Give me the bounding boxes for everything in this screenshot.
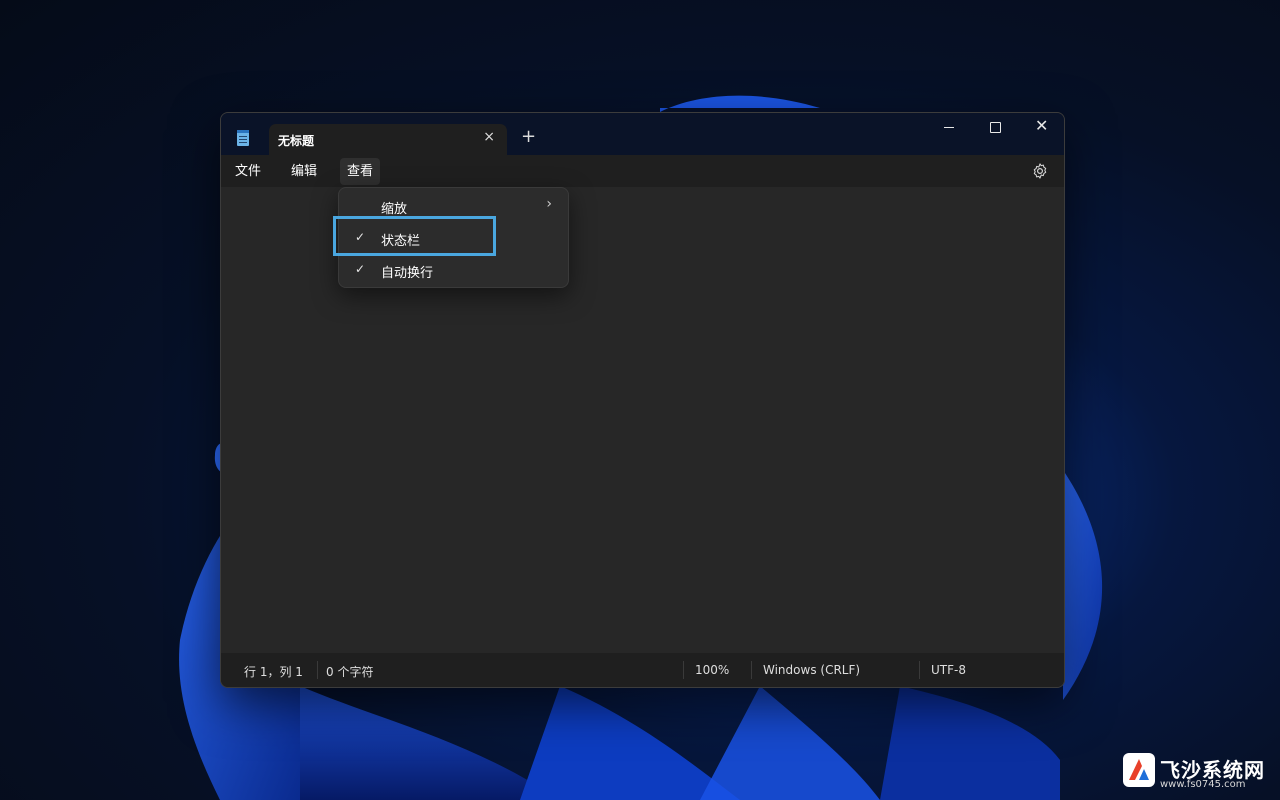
status-divider xyxy=(751,661,752,679)
menu-view[interactable]: 查看 xyxy=(340,158,381,185)
status-divider xyxy=(317,661,318,679)
menu-edit[interactable]: 编辑 xyxy=(284,158,324,185)
status-divider xyxy=(919,661,920,679)
tab-title: 无标题 xyxy=(278,134,315,148)
watermark-url: www.fs0745.com xyxy=(1160,779,1246,790)
status-cursor-position: 行 1，列 1 xyxy=(244,665,303,679)
site-watermark: 飞沙系统网 www.fs0745.com xyxy=(1122,750,1272,794)
menu-item-label: 状态栏 xyxy=(381,234,421,249)
menu-item-zoom[interactable]: 缩放 › xyxy=(343,191,564,221)
submenu-arrow-icon: › xyxy=(546,196,552,212)
maximize-button[interactable] xyxy=(972,113,1018,143)
menu-item-word-wrap[interactable]: ✓ 自动换行 xyxy=(343,255,564,285)
notepad-app-icon xyxy=(237,130,249,146)
new-tab-icon[interactable]: + xyxy=(521,126,536,147)
title-bar[interactable]: 无标题 × + ✕ xyxy=(221,113,1064,155)
status-char-count: 0 个字符 xyxy=(326,665,374,679)
watermark-logo-icon xyxy=(1123,753,1155,787)
check-icon: ✓ xyxy=(355,230,366,244)
maximize-icon xyxy=(990,122,1001,133)
menu-item-label: 自动换行 xyxy=(381,266,434,281)
close-window-button[interactable]: ✕ xyxy=(1018,113,1064,143)
check-icon: ✓ xyxy=(355,262,366,276)
menu-item-status-bar[interactable]: ✓ 状态栏 xyxy=(343,223,564,253)
minimize-button[interactable] xyxy=(926,113,972,143)
status-divider xyxy=(683,661,684,679)
document-tab[interactable]: 无标题 × xyxy=(269,124,507,155)
menu-file[interactable]: 文件 xyxy=(228,158,268,185)
close-icon: ✕ xyxy=(1035,116,1049,135)
status-line-ending: Windows (CRLF) xyxy=(763,663,861,677)
minimize-icon xyxy=(944,127,954,128)
menu-item-label: 缩放 xyxy=(381,202,408,217)
view-menu-dropdown: 缩放 › ✓ 状态栏 ✓ 自动换行 xyxy=(338,187,569,288)
status-encoding: UTF-8 xyxy=(931,663,966,677)
menu-bar: 文件 编辑 查看 xyxy=(221,155,1064,187)
status-bar: 行 1，列 1 0 个字符 100% Windows (CRLF) UTF-8 xyxy=(221,653,1064,687)
settings-gear-icon[interactable] xyxy=(1031,162,1049,180)
tab-close-icon[interactable]: × xyxy=(483,129,495,145)
status-zoom: 100% xyxy=(695,663,730,677)
